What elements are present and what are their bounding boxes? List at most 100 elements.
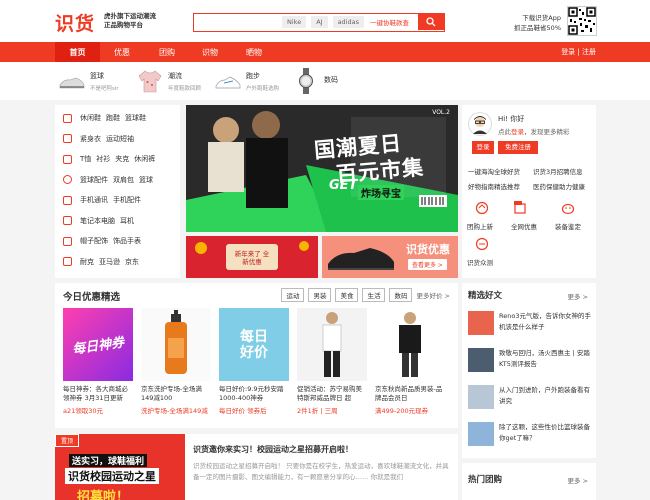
subcat-basketball[interactable]: 篮球 不是吧阿sir xyxy=(58,68,119,94)
phone-icon xyxy=(63,195,72,205)
category-row[interactable]: 帽子配饰 饰品手表 xyxy=(55,231,180,252)
search-chip[interactable]: adidas xyxy=(332,16,364,28)
hero-banner[interactable]: 国潮夏日 百元市集 GET 炸场寻宝 VOL.2 xyxy=(186,105,458,232)
discount-icon xyxy=(514,201,526,214)
banner-vol: VOL.2 xyxy=(432,109,450,116)
search-button[interactable] xyxy=(418,14,444,30)
subcat-digital[interactable]: 数码 xyxy=(292,68,338,94)
pinned-news[interactable]: 置顶 送实习，球鞋福利 识货校园运动之星 招募啦！ 识货邀你来实习！校园运动之星… xyxy=(55,434,458,500)
filter-tag[interactable]: 美食 xyxy=(335,288,359,302)
laptop-icon xyxy=(63,216,72,226)
nav-deals[interactable]: 优惠 xyxy=(114,47,130,58)
main-nav: 首页 优惠 团购 识物 晒物 登录 | 注册 xyxy=(0,42,650,62)
login-button[interactable]: 登录 xyxy=(472,141,494,154)
hot-group-buy: 热门团购 更多 > xyxy=(462,463,596,500)
category-row[interactable]: 紧身衣 运动短袖 xyxy=(55,129,180,150)
category-row[interactable]: 耐克 亚马逊 京东 xyxy=(55,252,180,273)
quick-link[interactable]: 好物指南精选推荐 xyxy=(468,181,520,191)
today-deals: 今日优惠精选 运动 男装 美食 生活 数码 更多好价 > 每日神券 每日神券：各… xyxy=(55,283,458,428)
filter-tag[interactable]: 生活 xyxy=(362,288,386,302)
deal-image xyxy=(375,308,445,381)
service-appraisal[interactable]: 装备鉴定 xyxy=(555,221,581,231)
section-title: 今日优惠精选 xyxy=(63,292,121,303)
article-thumb xyxy=(468,348,494,372)
search-hint[interactable]: 一键协鞋款查 xyxy=(370,17,409,27)
category-row[interactable]: 笔记本电脑 耳机 xyxy=(55,211,180,232)
service-group-buy[interactable]: 团购上新 xyxy=(467,221,493,231)
search-chip[interactable]: AJ xyxy=(311,16,328,28)
deal-image: 每日好价 xyxy=(219,308,289,381)
deal-image xyxy=(141,308,211,381)
service-discount[interactable]: 全网优惠 xyxy=(511,221,537,231)
qr-code-icon xyxy=(567,6,597,36)
more-deals-link[interactable]: 更多好价 > xyxy=(416,288,450,302)
section-title: 精选好文 xyxy=(468,291,503,301)
news-body: 识货校园运动之星招募开启啦！ 只要你是在校学生，热爱运动，喜欢球鞋潮流文化，并具… xyxy=(193,462,449,481)
subcat-trend[interactable]: 潮流 年度鞋款回顾 xyxy=(136,68,201,94)
category-row[interactable]: T恤 衬衫 夹克 休闲裤 xyxy=(55,149,180,170)
article-thumb xyxy=(468,422,494,446)
deal-image: 每日神券 xyxy=(63,308,133,381)
nav-show[interactable]: 晒物 xyxy=(246,47,262,58)
article-item[interactable]: 除了这颗，这些性价比篮球装备你get了嘛？ xyxy=(468,422,592,446)
article-thumb xyxy=(468,385,494,409)
group-buy-icon xyxy=(475,201,489,215)
watch-icon xyxy=(299,68,313,94)
filter-tag[interactable]: 男装 xyxy=(308,288,332,302)
category-row[interactable]: 休闲鞋 跑鞋 篮球鞋 xyxy=(55,108,180,129)
hoodie-icon xyxy=(138,70,162,93)
article-item[interactable]: Reno3元气版，告诉你女神的手机该是什么样子 xyxy=(468,311,592,335)
promo-banner-new-year[interactable]: 新年来了 全新优惠 xyxy=(186,236,318,278)
news-headline[interactable]: 识货邀你来实习！校园运动之星招募开启啦！ xyxy=(193,444,353,455)
news-image: 置顶 送实习，球鞋福利 识货校园运动之星 招募啦！ xyxy=(55,434,185,500)
running-shoe-icon xyxy=(215,76,241,89)
article-item[interactable]: 致敬与回归，汤火西惠主 | 安踏KT5测评报告 xyxy=(468,348,592,372)
filter-tag[interactable]: 数码 xyxy=(389,288,413,302)
sneaker-icon xyxy=(59,77,85,89)
banner-get: GET xyxy=(329,178,358,193)
nav-home[interactable]: 首页 xyxy=(55,42,100,62)
deal-card[interactable]: 每日好价 每日好价:9.9元秒安踏1000-400神券 每日好价 领券后 xyxy=(219,308,289,415)
service-trial[interactable]: 识货众测 xyxy=(467,257,493,267)
pig-icon xyxy=(561,203,575,215)
category-row[interactable]: 手机通讯 手机配件 xyxy=(55,190,180,211)
search-chip[interactable]: Nike xyxy=(282,16,307,28)
trial-icon xyxy=(475,237,489,251)
nav-group[interactable]: 团购 xyxy=(159,47,175,58)
category-row[interactable]: 篮球配件 双肩包 篮球 xyxy=(55,170,180,191)
search-box[interactable]: Nike AJ adidas 一键协鞋款查 xyxy=(193,13,445,32)
deal-card[interactable]: 每日神券 每日神券：各大商城必领神券 3月31日更新 a21领取30元 xyxy=(63,308,133,415)
avatar[interactable] xyxy=(468,112,492,136)
shoe-icon xyxy=(63,113,72,123)
more-link[interactable]: 更多 > xyxy=(567,475,588,485)
greeting: Hi! 你好 xyxy=(498,115,525,123)
quick-link[interactable]: 识货3月招聘信息 xyxy=(533,166,583,176)
article-item[interactable]: 从入门到进阶，户外跑装备看有讲究 xyxy=(468,385,592,409)
app-download[interactable]: 下载识货App 抓正品鞋省50% xyxy=(503,13,561,33)
recommended-articles: 精选好文 更多 > Reno3元气版，告诉你女神的手机该是什么样子 致敬与回归，… xyxy=(462,283,596,458)
login-prompt: 点此登录，发现更多精彩 xyxy=(498,128,570,136)
logo[interactable]: 识货 xyxy=(55,9,95,36)
deal-card[interactable]: 京东洗护专场-全场满149减100 洗护专场-全场满149减 xyxy=(141,308,211,415)
ball-icon xyxy=(63,175,72,185)
section-title: 热门团购 xyxy=(468,475,503,485)
login-register-link[interactable]: 登录 | 注册 xyxy=(561,47,596,57)
deal-card[interactable]: 促销活动：苏宁易购美特斯邦威品牌日 超 2件1折 | 三周 xyxy=(297,308,367,415)
nav-items[interactable]: 识物 xyxy=(202,47,218,58)
quick-link[interactable]: 一键海淘全球好货 xyxy=(468,166,520,176)
article-thumb xyxy=(468,311,494,335)
banner-sub: 炸场寻宝 xyxy=(358,185,404,200)
more-link[interactable]: 更多 > xyxy=(567,291,588,301)
quick-link[interactable]: 医药保健助力健康 xyxy=(533,181,585,191)
clothing-icon xyxy=(63,134,72,144)
deal-image xyxy=(297,308,367,381)
register-button[interactable]: 免费注册 xyxy=(498,141,538,154)
subcategory-bar: 篮球 不是吧阿sir 潮流 年度鞋款回顾 跑步 户外跑鞋选购 数码 xyxy=(0,62,650,100)
filter-tag[interactable]: 运动 xyxy=(281,288,305,302)
header: 识货 虎扑旗下运动潮流 正品购物平台 Nike AJ adidas 一键协鞋款查… xyxy=(0,0,650,42)
deal-card[interactable]: 京东秋尚新品质男装-品牌品会员日 满499-200元现券 xyxy=(375,308,445,415)
promo-banner-shihuo[interactable]: 识货优惠 查看更多 > xyxy=(322,236,458,278)
pinned-badge: 置顶 xyxy=(55,434,80,447)
subcat-running[interactable]: 跑步 户外跑鞋选购 xyxy=(214,68,279,94)
search-icon xyxy=(426,17,436,27)
